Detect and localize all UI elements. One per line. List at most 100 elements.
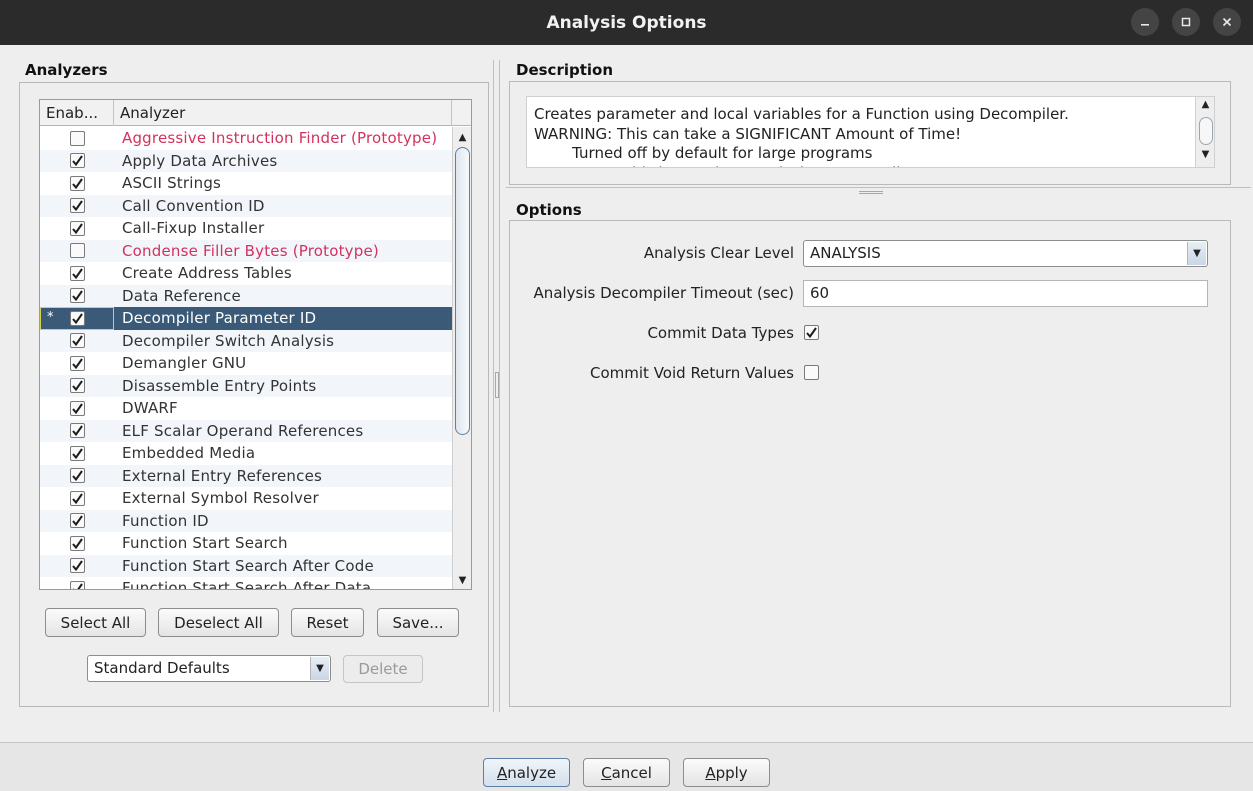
commit-void-return-checkbox[interactable] <box>804 365 819 380</box>
enabled-cell[interactable] <box>40 442 114 465</box>
table-row[interactable]: Embedded Media <box>40 442 452 465</box>
table-row[interactable]: Call Convention ID <box>40 194 452 218</box>
maximize-icon[interactable] <box>1172 8 1200 36</box>
table-row[interactable]: Call-Fixup Installer <box>40 217 452 240</box>
analyze-button[interactable]: Analyze <box>483 758 570 787</box>
enabled-cell[interactable] <box>40 465 114 488</box>
deselect-all-button[interactable]: Deselect All <box>158 608 279 637</box>
column-header-enabled[interactable]: Enab... <box>40 100 114 126</box>
enabled-checkbox[interactable] <box>69 175 85 191</box>
splitter-line <box>506 187 1251 188</box>
enabled-checkbox[interactable] <box>69 220 85 236</box>
table-row[interactable]: External Symbol Resolver <box>40 487 452 510</box>
enabled-cell[interactable] <box>40 195 114 218</box>
table-row[interactable]: Data Reference <box>40 284 452 308</box>
enabled-checkbox[interactable] <box>69 198 85 214</box>
enabled-checkbox[interactable] <box>69 310 85 326</box>
enabled-cell[interactable] <box>40 262 114 285</box>
enabled-cell[interactable] <box>40 217 114 240</box>
enabled-checkbox[interactable] <box>69 265 85 281</box>
enabled-checkbox[interactable] <box>69 288 85 304</box>
enabled-cell[interactable] <box>40 150 114 173</box>
enabled-checkbox[interactable] <box>69 423 85 439</box>
table-row[interactable]: * Decompiler Parameter ID <box>40 307 452 330</box>
analyze-mnemonic: A <box>496 763 508 782</box>
enabled-checkbox[interactable] <box>69 333 85 349</box>
scroll-up-icon[interactable]: ▲ <box>1196 99 1214 110</box>
enabled-cell[interactable] <box>40 510 114 533</box>
table-row[interactable]: Demangler GNU <box>40 352 452 375</box>
table-row[interactable]: Aggressive Instruction Finder (Prototype… <box>40 127 452 150</box>
analyzers-scrollbar[interactable]: ▲ ▼ <box>452 127 471 589</box>
table-row[interactable]: Disassemble Entry Points <box>40 374 452 398</box>
chevron-down-icon[interactable]: ▼ <box>310 657 329 680</box>
enabled-checkbox[interactable] <box>69 535 85 551</box>
enabled-checkbox[interactable] <box>69 243 85 259</box>
enabled-cell[interactable] <box>40 420 114 443</box>
minimize-icon[interactable] <box>1131 8 1159 36</box>
vertical-splitter[interactable] <box>493 60 501 712</box>
table-row[interactable]: External Entry References <box>40 464 452 488</box>
table-row[interactable]: ELF Scalar Operand References <box>40 419 452 443</box>
save-button[interactable]: Save... <box>377 608 459 637</box>
decompiler-timeout-input[interactable]: 60 <box>803 280 1208 307</box>
enabled-checkbox[interactable] <box>69 153 85 169</box>
horizontal-splitter[interactable] <box>506 187 1251 197</box>
enabled-checkbox[interactable] <box>69 400 85 416</box>
profile-select[interactable]: Standard Defaults ▼ <box>87 655 331 682</box>
enabled-cell[interactable] <box>40 127 114 150</box>
scroll-up-icon[interactable]: ▲ <box>453 129 471 145</box>
table-row[interactable]: DWARF <box>40 397 452 420</box>
enabled-cell[interactable] <box>40 240 114 263</box>
reset-button[interactable]: Reset <box>291 608 364 637</box>
analyzer-name: Aggressive Instruction Finder (Prototype… <box>122 129 438 148</box>
apply-button[interactable]: Apply <box>683 758 770 787</box>
close-icon[interactable] <box>1213 8 1241 36</box>
enabled-cell[interactable] <box>40 352 114 375</box>
enabled-cell[interactable] <box>40 577 114 589</box>
analysis-clear-level-select[interactable]: ANALYSIS ▼ <box>803 240 1208 267</box>
table-row[interactable]: Function Start Search After Data <box>40 577 452 589</box>
enabled-checkbox[interactable] <box>69 445 85 461</box>
table-row[interactable]: Function ID <box>40 509 452 533</box>
description-text-area[interactable]: Creates parameter and local variables fo… <box>526 96 1215 168</box>
enabled-cell[interactable] <box>40 285 114 308</box>
enabled-cell[interactable] <box>40 375 114 398</box>
table-row[interactable]: Decompiler Switch Analysis <box>40 329 452 353</box>
enabled-cell[interactable] <box>40 172 114 195</box>
enabled-checkbox[interactable] <box>69 468 85 484</box>
enabled-checkbox[interactable] <box>69 513 85 529</box>
table-row[interactable]: Function Start Search After Code <box>40 554 452 578</box>
table-row[interactable]: ASCII Strings <box>40 172 452 195</box>
select-all-button[interactable]: Select All <box>45 608 146 637</box>
cancel-button[interactable]: Cancel <box>583 758 670 787</box>
scrollbar-thumb[interactable] <box>455 147 470 435</box>
table-row[interactable]: Apply Data Archives <box>40 149 452 173</box>
enabled-checkbox[interactable] <box>69 558 85 574</box>
enabled-cell[interactable] <box>40 532 114 555</box>
splitter-grip-icon[interactable] <box>859 191 883 194</box>
table-row[interactable]: Create Address Tables <box>40 262 452 285</box>
table-row[interactable]: Function Start Search <box>40 532 452 555</box>
enabled-checkbox[interactable] <box>69 130 85 146</box>
commit-data-types-checkbox[interactable] <box>804 325 819 340</box>
enabled-cell[interactable] <box>40 330 114 353</box>
chevron-down-icon[interactable]: ▼ <box>1187 242 1206 265</box>
enabled-cell[interactable] <box>40 555 114 578</box>
enabled-checkbox[interactable] <box>69 580 85 589</box>
scroll-down-icon[interactable]: ▼ <box>453 572 471 588</box>
scrollbar-thumb[interactable] <box>1199 117 1213 145</box>
scroll-down-icon[interactable]: ▼ <box>1196 149 1214 160</box>
description-scrollbar[interactable]: ▲ ▼ <box>1195 97 1214 167</box>
profile-select-value: Standard Defaults <box>94 659 230 677</box>
column-header-analyzer[interactable]: Analyzer <box>114 100 452 126</box>
enabled-cell[interactable] <box>40 487 114 510</box>
delete-profile-button[interactable]: Delete <box>343 655 423 683</box>
enabled-checkbox[interactable] <box>69 490 85 506</box>
enabled-cell[interactable] <box>40 397 114 420</box>
splitter-grip-icon[interactable] <box>495 372 499 398</box>
enabled-checkbox[interactable] <box>69 355 85 371</box>
table-row[interactable]: Condense Filler Bytes (Prototype) <box>40 239 452 263</box>
enabled-checkbox[interactable] <box>69 378 85 394</box>
enabled-cell[interactable]: * <box>40 307 114 330</box>
